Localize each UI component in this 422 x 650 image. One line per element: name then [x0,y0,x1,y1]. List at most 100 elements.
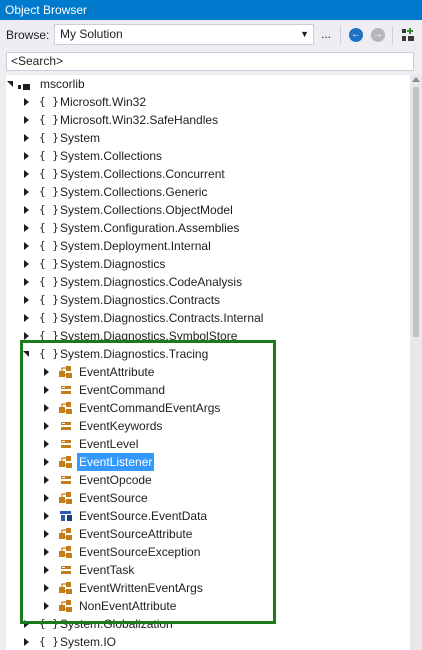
expand-toggle-icon[interactable] [21,633,31,650]
expand-toggle-icon[interactable] [21,201,31,219]
tree-node-namespace[interactable]: { } System.IO [6,633,410,650]
chevron-down-icon: ▼ [300,29,309,39]
expand-toggle-icon[interactable] [21,147,31,165]
tree-node-namespace[interactable]: { } System.Collections.Concurrent [6,165,410,183]
namespace-icon: { } [39,239,59,252]
expand-toggle-icon[interactable] [41,579,51,597]
expand-toggle-icon[interactable] [41,399,51,417]
expand-toggle-icon[interactable] [41,381,51,399]
tree-node-label: EventSourceException [79,545,201,559]
expand-toggle-icon[interactable] [41,417,51,435]
expand-toggle-icon[interactable] [41,471,51,489]
expand-toggle-icon[interactable] [21,615,31,633]
tree-node-namespace[interactable]: { } System [6,129,410,147]
expand-toggle-icon[interactable] [21,219,31,237]
tree-node-label: System.Diagnostics.SymbolStore [60,329,238,343]
scroll-thumb[interactable] [413,87,419,337]
expand-toggle-icon[interactable] [41,435,51,453]
namespace-icon: { } [39,221,59,234]
expand-toggle-icon[interactable] [21,129,31,147]
tree-node-type[interactable]: EventCommand [6,381,410,399]
tree-node-namespace[interactable]: { } System.Diagnostics.Tracing [6,345,410,363]
tree-node-namespace[interactable]: { } System.Diagnostics.Contracts.Internal [6,309,410,327]
tree-node-namespace[interactable]: { } System.Collections [6,147,410,165]
tree-node-label: System.Diagnostics.Tracing [60,347,209,361]
expand-toggle-icon[interactable] [21,327,31,345]
browse-scope-dropdown[interactable]: My Solution ▼ [54,24,314,45]
type-icon-wrap [58,509,74,523]
scroll-up-icon[interactable] [412,77,420,82]
expand-toggle-icon[interactable] [41,453,51,471]
expand-toggle-icon[interactable] [41,489,51,507]
tree-node-namespace[interactable]: { } System.Diagnostics.CodeAnalysis [6,273,410,291]
tree-node-label: Microsoft.Win32.SafeHandles [60,113,219,127]
tree-node-type[interactable]: EventSource [6,489,410,507]
expand-toggle-icon[interactable] [41,597,51,615]
back-button[interactable]: ← [346,25,366,45]
tree-node-namespace[interactable]: { } System.Collections.ObjectModel [6,201,410,219]
tree-node-type[interactable]: EventOpcode [6,471,410,489]
expand-toggle-icon[interactable] [21,93,31,111]
tree-node-namespace[interactable]: { } System.Diagnostics.SymbolStore [6,327,410,345]
expand-toggle-icon[interactable] [21,291,31,309]
tree-node-type[interactable]: EventSource.EventData [6,507,410,525]
tree-node-assembly[interactable]: mscorlib [6,75,410,93]
class-icon [59,528,72,540]
namespace-icon: { } [39,113,59,126]
tree-node-type[interactable]: EventAttribute [6,363,410,381]
expand-toggle-icon[interactable] [21,309,31,327]
namespace-icon: { } [39,185,59,198]
tree-node-label: EventCommandEventArgs [79,401,221,415]
class-icon [59,492,72,504]
expand-toggle-icon[interactable] [41,507,51,525]
search-input[interactable]: <Search> [6,52,414,71]
tree-node-namespace[interactable]: { } System.Configuration.Assemblies [6,219,410,237]
tree-node-type[interactable]: EventWrittenEventArgs [6,579,410,597]
tree-node-namespace[interactable]: { } Microsoft.Win32 [6,93,410,111]
class-icon [59,456,72,468]
class-icon [59,600,72,612]
tree-node-namespace[interactable]: { } System.Diagnostics.Contracts [6,291,410,309]
expand-toggle-icon[interactable] [21,255,31,273]
expand-toggle-icon[interactable] [41,543,51,561]
add-reference-button[interactable] [398,25,418,45]
tree-node-namespace[interactable]: { } System.Collections.Generic [6,183,410,201]
add-reference-icon [402,28,414,41]
expand-toggle-icon[interactable] [21,183,31,201]
expand-toggle-icon[interactable] [41,561,51,579]
tree-node-type[interactable]: EventSourceException [6,543,410,561]
forward-button[interactable]: → [368,25,388,45]
tree-node-type[interactable]: EventListener [6,453,410,471]
browse-label: Browse: [6,28,50,42]
edit-custom-component-set-button[interactable]: ... [319,26,333,44]
tree-node-label: System.Diagnostics.Contracts [60,293,221,307]
tree-node-label: EventSourceAttribute [79,527,193,541]
collapse-toggle-icon[interactable] [21,345,31,363]
tree-node-type[interactable]: EventSourceAttribute [6,525,410,543]
expand-toggle-icon[interactable] [21,237,31,255]
window-title: Object Browser [0,0,422,20]
tree-node-type[interactable]: EventLevel [6,435,410,453]
tree-node-namespace[interactable]: { } System.Globalization [6,615,410,633]
expand-toggle-icon[interactable] [41,525,51,543]
tree-node-namespace[interactable]: { } System.Diagnostics [6,255,410,273]
tree-node-namespace[interactable]: { } System.Deployment.Internal [6,237,410,255]
toolbar-separator [340,26,341,44]
tree-node-label: EventLevel [79,437,139,451]
vertical-scrollbar[interactable] [410,75,422,650]
expand-toggle-icon[interactable] [41,363,51,381]
tree-node-type[interactable]: EventCommandEventArgs [6,399,410,417]
tree-node-namespace[interactable]: { } Microsoft.Win32.SafeHandles [6,111,410,129]
expand-toggle-icon[interactable] [21,111,31,129]
tree-node-type[interactable]: EventTask [6,561,410,579]
collapse-toggle-icon[interactable] [6,75,15,93]
back-icon: ← [349,28,363,42]
expand-toggle-icon[interactable] [21,165,31,183]
expand-toggle-icon[interactable] [21,273,31,291]
class-icon [59,582,72,594]
tree-node-type[interactable]: EventKeywords [6,417,410,435]
tree-node-type[interactable]: NonEventAttribute [6,597,410,615]
enum-icon [61,422,71,430]
selected-tree-node-label: EventListener [77,453,155,471]
enum-icon [61,476,71,484]
